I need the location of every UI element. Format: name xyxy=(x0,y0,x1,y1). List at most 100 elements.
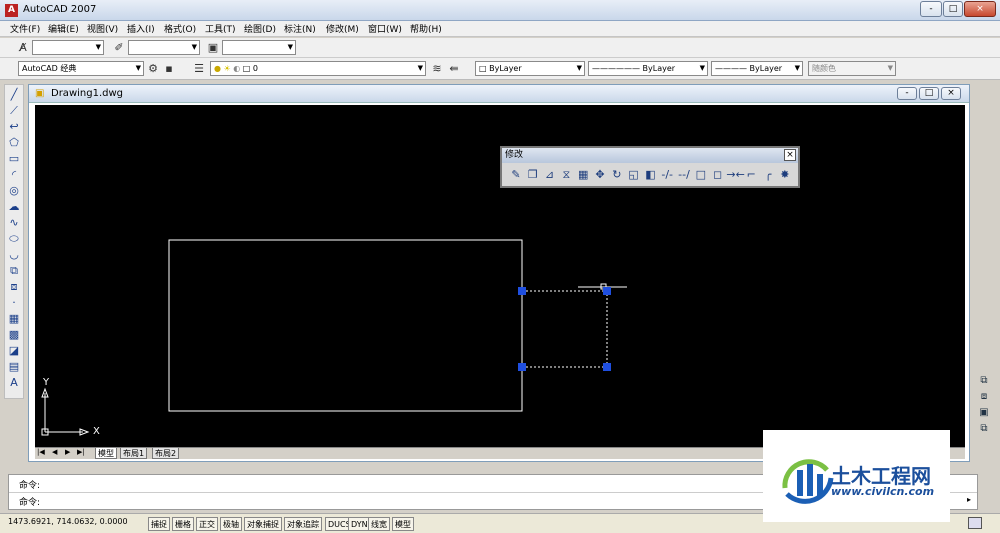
linetype-combo[interactable]: —————— ByLayer ▼ xyxy=(588,61,708,76)
menu-view[interactable]: 视图(V) xyxy=(87,22,118,35)
large-rectangle[interactable] xyxy=(168,239,523,412)
autocad-app-icon[interactable]: A xyxy=(5,4,18,17)
join-icon[interactable]: →← xyxy=(726,167,744,183)
tab-model[interactable]: 模型 xyxy=(95,448,117,459)
array-icon[interactable]: ▦ xyxy=(575,167,591,183)
menu-edit[interactable]: 编辑(E) xyxy=(48,22,79,35)
viewport-icon[interactable]: ▣ xyxy=(976,406,992,420)
command-scroll-arrow-icon[interactable]: ▸ xyxy=(967,495,971,504)
explode-icon[interactable]: ✸ xyxy=(777,167,793,183)
coordinate-readout[interactable]: 1473.6921, 714.0632, 0.0000 xyxy=(8,517,128,526)
maximize-button[interactable]: □ xyxy=(943,1,963,17)
menu-tools[interactable]: 工具(T) xyxy=(205,22,236,35)
tab-nav-last[interactable]: ▶| xyxy=(77,448,85,456)
grip-top-left[interactable] xyxy=(518,287,526,295)
gradient-icon[interactable]: ▩ xyxy=(6,327,22,342)
scale-icon[interactable]: ◱ xyxy=(626,167,642,183)
ellipse-arc-icon[interactable]: ◡ xyxy=(6,247,22,262)
arc-icon[interactable]: ◜ xyxy=(6,167,22,182)
tab-layout2[interactable]: 布局2 xyxy=(152,448,180,459)
line-icon[interactable]: ╱ xyxy=(6,87,22,102)
dim-style-icon[interactable]: ✐ xyxy=(112,41,126,55)
mirror-icon[interactable]: ⊿ xyxy=(542,167,558,183)
grip-bottom-right[interactable] xyxy=(603,363,611,371)
model-toggle[interactable]: 模型 xyxy=(392,517,414,531)
lineweight-combo[interactable]: ———— ByLayer ▼ xyxy=(711,61,803,76)
close-button[interactable]: × xyxy=(964,1,996,17)
table-style-icon[interactable]: ▣ xyxy=(206,41,220,55)
circle-icon[interactable]: ◎ xyxy=(6,183,22,198)
multiline-text-icon[interactable]: A xyxy=(6,375,22,390)
minimize-button[interactable]: - xyxy=(920,1,942,17)
zoom-window-icon[interactable]: ⧉ xyxy=(976,374,992,388)
text-style-combo[interactable]: ▼ xyxy=(32,40,104,55)
modify-toolbar-title[interactable]: 修改 xyxy=(502,148,798,163)
chamfer-icon[interactable]: ⌐ xyxy=(743,167,759,183)
trim-icon[interactable]: -/- xyxy=(659,167,675,183)
fillet-icon[interactable]: ╭ xyxy=(760,167,776,183)
make-block-icon[interactable]: ⧈ xyxy=(6,279,22,294)
dim-style-combo[interactable]: ▼ xyxy=(128,40,200,55)
color-combo[interactable]: □ ByLayer ▼ xyxy=(475,61,585,76)
workspace-save-icon[interactable]: ▪ xyxy=(162,62,176,76)
menu-insert[interactable]: 插入(I) xyxy=(127,22,155,35)
menu-draw[interactable]: 绘图(D) xyxy=(244,22,276,35)
tab-layout1[interactable]: 布局1 xyxy=(120,448,148,459)
layer-state-icon[interactable]: ⧉ xyxy=(976,422,992,436)
layer-combo[interactable]: ● ☀ ◐ □ 0 ▼ xyxy=(210,61,426,76)
construction-line-icon[interactable]: ⟋ xyxy=(6,103,22,118)
grip-bottom-left[interactable] xyxy=(518,363,526,371)
region-icon[interactable]: ◪ xyxy=(6,343,22,358)
text-style-icon[interactable]: A̸ xyxy=(16,41,30,55)
break-at-point-icon[interactable]: □ xyxy=(693,167,709,183)
polar-toggle[interactable]: 极轴 xyxy=(220,517,242,531)
hatch-icon[interactable]: ▦ xyxy=(6,311,22,326)
tab-nav-prev[interactable]: ◀ xyxy=(52,448,57,456)
grip-top-right[interactable] xyxy=(603,287,611,295)
ortho-toggle[interactable]: 正交 xyxy=(196,517,218,531)
drawing-restore-button[interactable]: □ xyxy=(919,87,939,100)
osnap-toggle[interactable]: 对象捕捉 xyxy=(244,517,282,531)
drawing-minimize-button[interactable]: - xyxy=(897,87,917,100)
point-icon[interactable]: · xyxy=(6,295,22,310)
command-prompt[interactable]: 命令: xyxy=(19,495,40,508)
spline-icon[interactable]: ∿ xyxy=(6,215,22,230)
erase-icon[interactable]: ✎ xyxy=(508,167,524,183)
clean-screen-icon[interactable] xyxy=(968,517,982,529)
modify-toolbar-close-button[interactable]: × xyxy=(784,149,796,161)
table-icon[interactable]: ▤ xyxy=(6,359,22,374)
menu-file[interactable]: 文件(F) xyxy=(10,22,40,35)
polyline-icon[interactable]: ↩ xyxy=(6,119,22,134)
tab-nav-first[interactable]: |◀ xyxy=(37,448,45,456)
move-icon[interactable]: ✥ xyxy=(592,167,608,183)
table-style-combo[interactable]: ▼ xyxy=(222,40,296,55)
menu-format[interactable]: 格式(O) xyxy=(164,22,196,35)
ellipse-icon[interactable]: ⬭ xyxy=(6,231,22,246)
menu-dimension[interactable]: 标注(N) xyxy=(284,22,316,35)
polygon-icon[interactable]: ⬠ xyxy=(6,135,22,150)
snap-toggle[interactable]: 捕捉 xyxy=(148,517,170,531)
copy-icon[interactable]: ❐ xyxy=(525,167,541,183)
break-icon[interactable]: ◻ xyxy=(710,167,726,183)
plotstyle-combo[interactable]: 随颜色 ▼ xyxy=(808,61,896,76)
rectangle-icon[interactable]: ▭ xyxy=(6,151,22,166)
workspace-combo[interactable]: AutoCAD 经典 ▼ xyxy=(18,61,144,76)
otrack-toggle[interactable]: 对象追踪 xyxy=(284,517,322,531)
menu-modify[interactable]: 修改(M) xyxy=(326,22,359,35)
menu-window[interactable]: 窗口(W) xyxy=(368,22,402,35)
lineweight-toggle[interactable]: 线宽 xyxy=(368,517,390,531)
selected-rectangle[interactable] xyxy=(521,290,608,368)
insert-block-icon[interactable]: ⧉ xyxy=(6,263,22,278)
rotate-icon[interactable]: ↻ xyxy=(609,167,625,183)
make-object-layer-current-icon[interactable]: ≋ xyxy=(430,62,444,76)
offset-icon[interactable]: ⧖ xyxy=(558,167,574,183)
menu-help[interactable]: 帮助(H) xyxy=(410,22,442,35)
layer-manager-icon[interactable]: ☰ xyxy=(192,62,206,76)
drawing-close-button[interactable]: × xyxy=(941,87,961,100)
tab-nav-next[interactable]: ▶ xyxy=(65,448,70,456)
stretch-icon[interactable]: ◧ xyxy=(642,167,658,183)
extend-icon[interactable]: --/ xyxy=(676,167,692,183)
revision-cloud-icon[interactable]: ☁ xyxy=(6,199,22,214)
grid-toggle[interactable]: 栅格 xyxy=(172,517,194,531)
workspace-settings-icon[interactable]: ⚙ xyxy=(146,62,160,76)
